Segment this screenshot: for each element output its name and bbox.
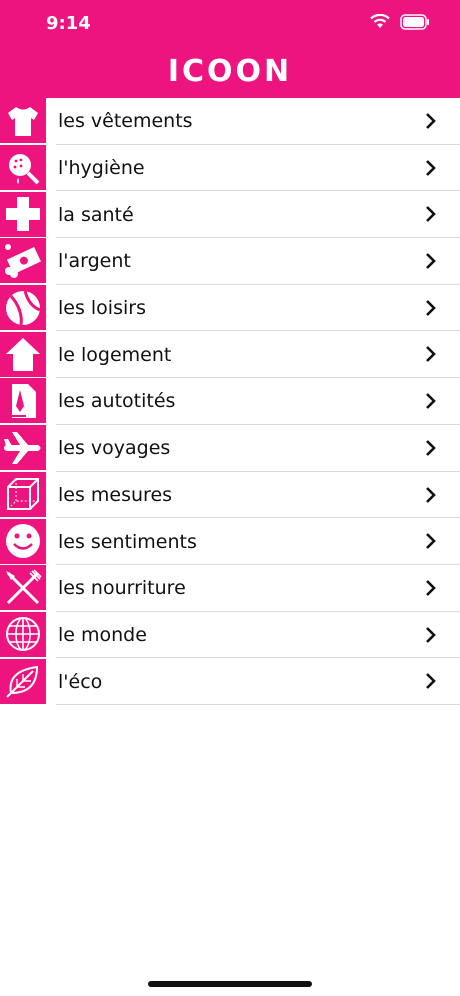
status-time: 9:14 <box>46 13 91 34</box>
chevron-right-icon <box>426 346 436 363</box>
home-indicator[interactable] <box>148 981 312 987</box>
header-bar: 9:14 ICOON <box>0 0 460 98</box>
chevron-right-icon <box>426 113 436 129</box>
chevron-right-icon <box>426 486 436 503</box>
leaf-icon <box>0 658 46 705</box>
list-item-label: le logement <box>58 343 172 366</box>
list-item-label: l'hygiène <box>58 157 145 180</box>
list-item-label: les nourriture <box>58 577 186 600</box>
tshirt-icon <box>0 98 46 145</box>
list-item-hygiene[interactable]: l'hygiène <box>0 145 460 192</box>
money-icon <box>0 238 46 285</box>
house-icon <box>0 331 46 378</box>
list-item-label: les mesures <box>58 483 173 506</box>
list-item-logement[interactable]: le logement <box>0 331 460 379</box>
list-item-eco[interactable]: l'éco <box>0 658 460 705</box>
list-item-label: la santé <box>58 203 134 226</box>
list-item-autotites[interactable]: les autotités <box>0 378 460 425</box>
cube-icon <box>0 471 46 518</box>
smiley-icon <box>0 518 46 565</box>
list-item-label: l'argent <box>58 250 131 273</box>
list-item-label: les loisirs <box>58 297 146 320</box>
status-icons <box>370 13 430 34</box>
chevron-right-icon <box>426 159 436 176</box>
chevron-right-icon <box>426 299 436 316</box>
beach-ball-icon <box>0 285 46 332</box>
shower-icon <box>0 145 46 192</box>
list-item-voyages[interactable]: les voyages <box>0 425 460 472</box>
document-pen-icon <box>0 378 46 425</box>
list-item-label: les sentiments <box>58 530 197 553</box>
list-item-loisirs[interactable]: les loisirs <box>0 285 460 332</box>
category-list: les vêtements l'hygiène la santé l'argen… <box>0 98 460 705</box>
app-title: ICOON <box>167 54 293 89</box>
chevron-right-icon <box>426 206 436 223</box>
chevron-right-icon <box>426 393 436 410</box>
row-divider <box>56 703 460 705</box>
list-item-argent[interactable]: l'argent <box>0 238 460 285</box>
chevron-right-icon <box>426 579 436 596</box>
chevron-right-icon <box>426 439 436 456</box>
chevron-right-icon <box>426 533 436 550</box>
list-item-vetements[interactable]: les vêtements <box>0 98 460 145</box>
list-item-label: l'éco <box>58 670 103 693</box>
chevron-right-icon <box>426 626 436 643</box>
list-item-sentiments[interactable]: les sentiments <box>0 518 460 565</box>
list-item-label: les autotités <box>58 390 176 413</box>
airplane-icon <box>0 425 46 472</box>
chevron-right-icon <box>426 253 436 269</box>
list-item-nourriture[interactable]: les nourriture <box>0 565 460 612</box>
list-item-label: les voyages <box>58 437 171 460</box>
list-item-monde[interactable]: le monde <box>0 611 460 659</box>
list-item-label: le monde <box>58 623 147 646</box>
chevron-right-icon <box>426 673 436 690</box>
list-item-sante[interactable]: la santé <box>0 191 460 239</box>
fork-knife-icon <box>0 565 46 612</box>
wifi-icon <box>370 13 390 34</box>
list-item-mesures[interactable]: les mesures <box>0 471 460 519</box>
cross-icon <box>0 191 46 238</box>
list-item-label: les vêtements <box>58 110 193 133</box>
globe-icon <box>0 611 46 658</box>
battery-icon <box>400 14 430 34</box>
